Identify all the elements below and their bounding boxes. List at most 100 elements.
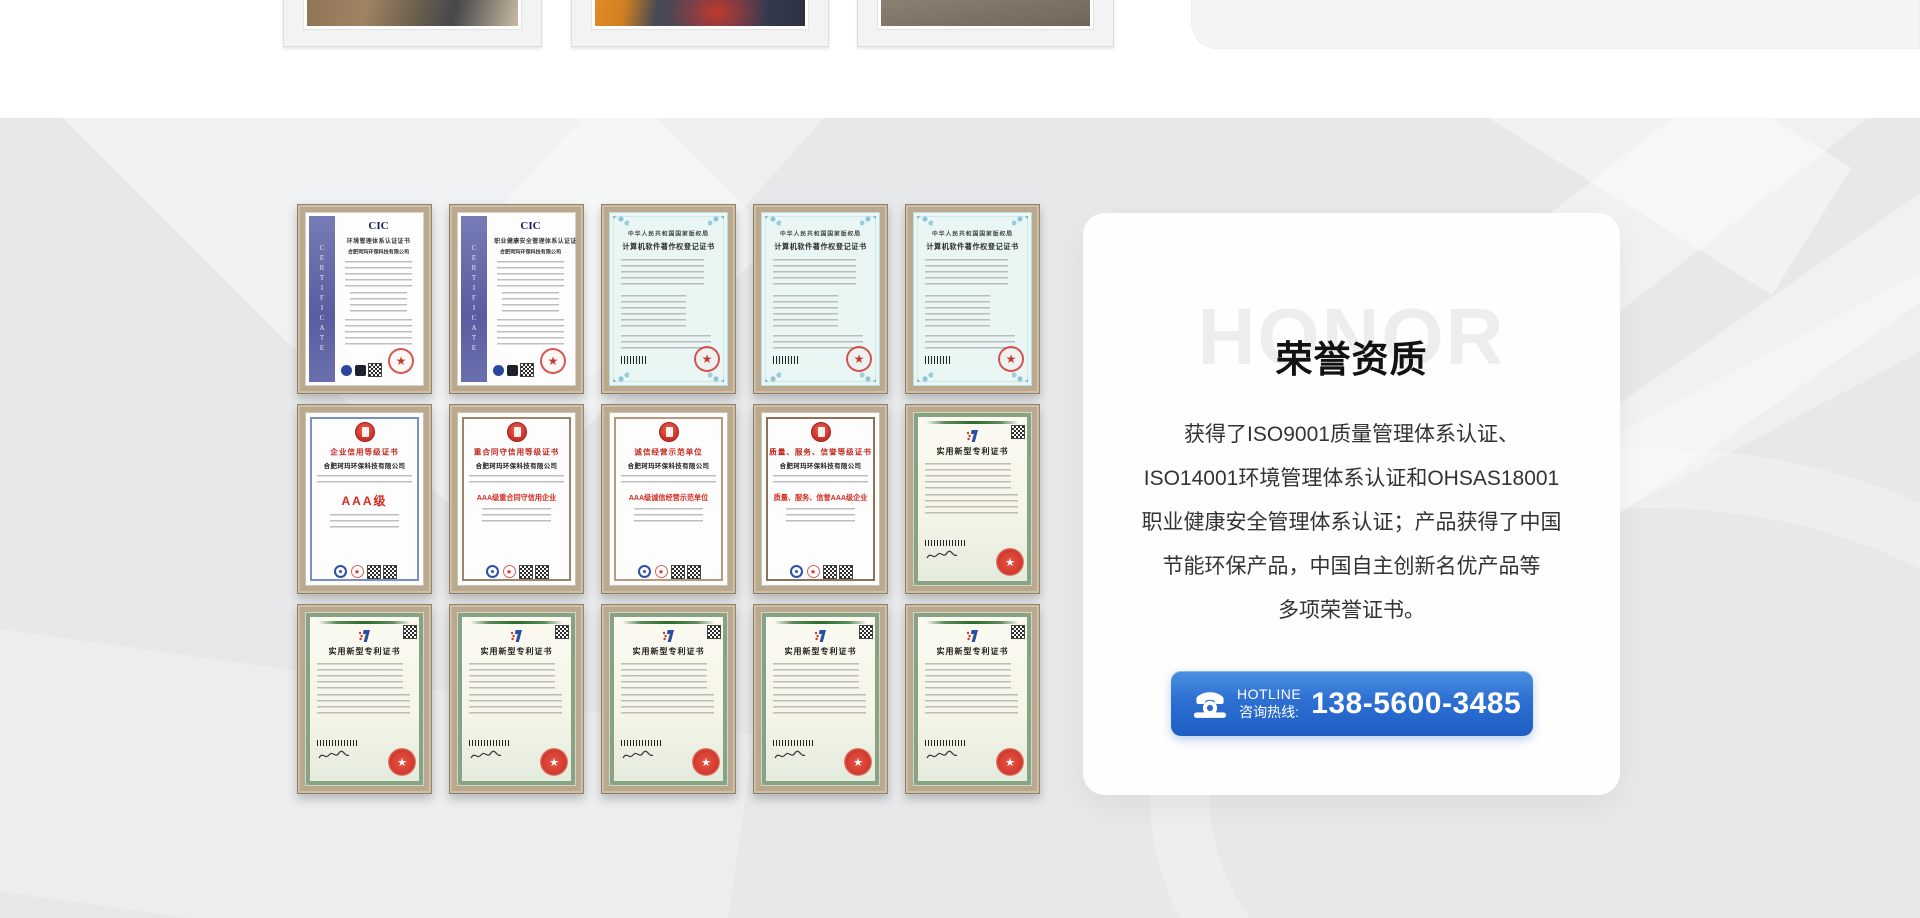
corner-flourish [708,370,724,382]
certificate-thumbnail[interactable]: 实用新型专利证书 ★ [905,404,1040,594]
certificate-paper: 中华人民共和国国家版权局计算机软件著作权登记证书 ★ [609,212,728,386]
machinery-site-photo [595,0,805,26]
text-lines-decoration [925,295,990,329]
cnipa-logo-icon [357,629,373,643]
certificate-title: 实用新型专利证书 [913,446,1032,457]
red-star-seal: ★ [694,346,720,372]
credit-grade: AAA级 [305,492,424,509]
honor-info-card: HONOR 荣誉资质 获得了ISO9001质量管理体系认证、 ISO14001环… [1083,213,1620,795]
certificate-thumbnail[interactable]: 重合同守信用等级证书合肥珂玛环保科技有限公司AAA级重合同守信用企业★ [449,404,584,594]
phone-icon [1191,687,1229,721]
certificate-thumbnail[interactable]: 实用新型专利证书★ [297,604,432,794]
qr-code [536,566,548,578]
qr-code [708,626,720,638]
corner-flourish [708,216,724,228]
text-lines-decoration [469,663,555,689]
certificate-thumbnail[interactable]: 中华人民共和国国家版权局计算机软件著作权登记证书★ [905,204,1040,394]
certificate-paper: 重合同守信用等级证书合肥珂玛环保科技有限公司AAA级重合同守信用企业★ [457,412,576,586]
certificate-thumbnail[interactable]: 实用新型专利证书★ [905,604,1040,794]
project-photo-card[interactable] [571,0,829,47]
certificate-title: 实用新型专利证书 [457,646,576,657]
certificate-thumbnail[interactable]: 实用新型专利证书★ [601,604,736,794]
text-lines-decoration [925,663,1011,689]
qr-code [369,364,381,376]
certificate-thumbnail[interactable]: 中华人民共和国国家版权局计算机软件著作权登记证书 ★ [601,204,736,394]
certificate-thumbnail[interactable]: 中华人民共和国国家版权局计算机软件著作权登记证书★ [753,204,888,394]
certifier-marks [493,364,533,376]
certificate-thumbnail[interactable]: 诚信经营示范单位合肥珂玛环保科技有限公司AAA级诚信经营示范单位★ [601,404,736,594]
certificate-paper: 质量、服务、信誉等级证书合肥珂玛环保科技有限公司质量、服务、信誉AAA级企业★ [761,412,880,586]
red-seal: ★ [996,548,1024,576]
certificate-title: 重合同守信用等级证书 [463,447,570,458]
certificate-paper: 实用新型专利证书★ [457,612,576,786]
project-photo-card[interactable] [283,0,542,47]
issuing-authority: 中华人民共和国国家版权局 [615,229,722,238]
text-lines-decoration [330,514,399,528]
certificate-thumbnail[interactable]: 企业信用等级证书合肥珂玛环保科技有限公司AAA级★ [297,404,432,594]
certificate-company: 合肥珂玛环保科技有限公司 [345,248,412,256]
corner-flourish [917,370,933,382]
corner-flourish [765,216,781,228]
round-logo-mark [790,565,803,578]
description-line: 获得了ISO9001质量管理体系认证、 [1184,423,1519,446]
project-photo-card[interactable] [857,0,1114,47]
credit-grade: AAA级诚信经营示范单位 [612,492,725,502]
certificate-paper: 实用新型专利证书★ [305,612,424,786]
barcode [925,356,951,364]
credit-emblem [507,422,527,442]
certificate-thumbnail[interactable]: 质量、服务、信誉等级证书合肥珂玛环保科技有限公司质量、服务、信誉AAA级企业★ [753,404,888,594]
honor-description: 获得了ISO9001质量管理体系认证、 ISO14001环境管理体系认证和OHS… [1107,413,1596,633]
concrete-pit-photo [881,0,1090,26]
certificate-thumbnail[interactable]: CERTIFICATECIC职业健康安全管理体系认证证书合肥珂玛环保科技有限公司… [449,204,584,394]
credit-emblem [659,422,679,442]
credit-emblem [355,422,375,442]
text-lines-decoration [786,508,855,522]
text-lines-decoration [773,259,856,289]
qr-code [521,364,533,376]
ornament-line [470,621,563,624]
red-seal: ★ [388,348,414,374]
certificate-title: 诚信经营示范单位 [615,447,722,458]
certificate-paper: 实用新型专利证书★ [913,612,1032,786]
hotline-label-en: HOTLINE [1237,686,1301,702]
certificate-paper: 诚信经营示范单位合肥珂玛环保科技有限公司AAA级诚信经营示范单位★ [609,412,728,586]
hotline-button[interactable]: HOTLINE 咨询热线: 138-5600-3485 [1171,671,1533,736]
photo-frame [303,0,522,30]
barcode [469,740,511,746]
certificate-title: 质量、服务、信誉等级证书 [767,447,874,458]
corner-flourish [1012,370,1028,382]
certificate-thumbnail[interactable]: 实用新型专利证书★ [753,604,888,794]
barcode [621,740,663,746]
red-star-seal: ★ [655,565,668,578]
text-lines-decoration [621,694,714,716]
text-lines-decoration [621,259,704,289]
top-right-panel [1191,0,1920,49]
corner-flourish [917,216,933,228]
signature-scribble [317,749,351,768]
text-lines-decoration [497,261,565,287]
issuing-authority: 中华人民共和国国家版权局 [919,229,1026,238]
text-lines-decoration [925,494,1018,516]
text-lines-decoration [317,475,412,487]
certificate-company: 合肥珂玛环保科技有限公司 [497,248,564,256]
certificate-thumbnail[interactable]: 实用新型专利证书★ [449,604,584,794]
description-line: 职业健康安全管理体系认证；产品获得了中国 [1142,511,1562,534]
signature-scribble [925,549,959,568]
corner-flourish [765,370,781,382]
certificate-title: 计算机软件著作权登记证书 [612,241,725,251]
honor-section: CERTIFICATECIC环境管理体系认证证书合肥珂玛环保科技有限公司★CER… [0,118,1920,918]
barcode [621,356,647,364]
certificate-thumbnail[interactable]: CERTIFICATECIC环境管理体系认证证书合肥珂玛环保科技有限公司★ [297,204,432,394]
qr-code [520,566,532,578]
qr-code [1012,426,1024,438]
page: CERTIFICATECIC环境管理体系认证证书合肥珂玛环保科技有限公司★CER… [0,0,1920,918]
photo-frame [591,0,809,30]
red-star-seal: ★ [503,565,516,578]
red-seal: ★ [692,748,720,776]
red-seal: ★ [540,348,566,374]
barcode [925,740,967,746]
description-line: 多项荣誉证书。 [1278,599,1425,622]
text-lines-decoration [634,508,703,522]
round-logo-mark [341,365,352,376]
certifier-logo-text: CIC [491,220,570,232]
